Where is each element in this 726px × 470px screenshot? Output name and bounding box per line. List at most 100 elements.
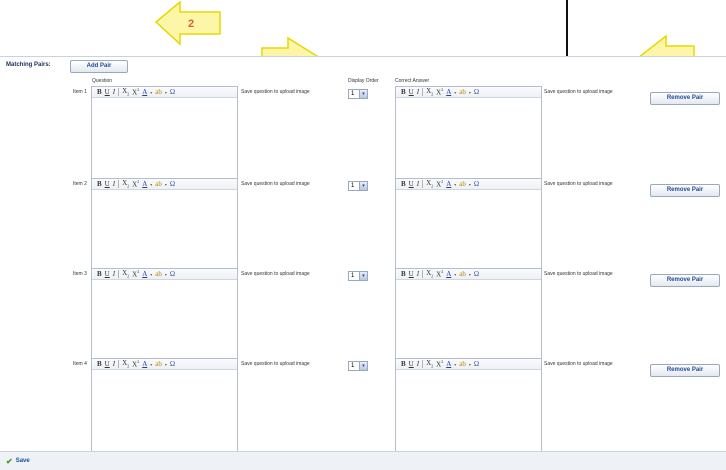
- font-color-button[interactable]: A: [142, 88, 147, 96]
- answer-editor[interactable]: B U I X2 X2 A ▾ ab ▾ Ω: [395, 178, 542, 275]
- chevron-down-icon[interactable]: ▾: [454, 272, 456, 277]
- question-editor[interactable]: B U I X2 X2 A ▾ ab ▾ Ω: [91, 358, 238, 455]
- chevron-down-icon[interactable]: ▾: [469, 182, 471, 187]
- bold-button[interactable]: B: [401, 360, 406, 368]
- bold-button[interactable]: B: [97, 88, 102, 96]
- save-button[interactable]: Save: [16, 458, 30, 464]
- remove-pair-button[interactable]: Remove Pair: [650, 274, 720, 287]
- font-color-button[interactable]: A: [446, 270, 451, 278]
- subscript-button[interactable]: X2: [122, 179, 129, 188]
- chevron-down-icon[interactable]: ▾: [165, 272, 167, 277]
- question-upload-note: Save question to upload image: [241, 89, 310, 95]
- special-character-button[interactable]: Ω: [474, 270, 479, 278]
- answer-editor[interactable]: B U I X2 X2 A ▾ ab ▾ Ω: [395, 86, 542, 183]
- superscript-button[interactable]: X2: [132, 269, 139, 278]
- chevron-down-icon[interactable]: ▾: [165, 182, 167, 187]
- superscript-button[interactable]: X2: [132, 359, 139, 368]
- special-character-button[interactable]: Ω: [474, 88, 479, 96]
- underline-button[interactable]: U: [105, 270, 110, 278]
- question-editor[interactable]: B U I X2 X2 A ▾ ab ▾ Ω: [91, 86, 238, 183]
- chevron-down-icon[interactable]: ▾: [469, 272, 471, 277]
- highlight-button[interactable]: ab: [459, 360, 466, 368]
- font-color-button[interactable]: A: [142, 270, 147, 278]
- italic-button[interactable]: I: [113, 270, 115, 278]
- underline-button[interactable]: U: [105, 180, 110, 188]
- chevron-down-icon[interactable]: ▾: [454, 362, 456, 367]
- subscript-button[interactable]: X2: [426, 359, 433, 368]
- font-color-button[interactable]: A: [446, 180, 451, 188]
- answer-editor[interactable]: B U I X2 X2 A ▾ ab ▾ Ω: [395, 268, 542, 365]
- italic-button[interactable]: I: [113, 180, 115, 188]
- bold-button[interactable]: B: [97, 270, 102, 278]
- special-character-button[interactable]: Ω: [170, 180, 175, 188]
- italic-button[interactable]: I: [113, 88, 115, 96]
- remove-pair-button[interactable]: Remove Pair: [650, 184, 720, 197]
- italic-button[interactable]: I: [417, 88, 419, 96]
- subscript-button[interactable]: X2: [122, 87, 129, 96]
- underline-button[interactable]: U: [409, 180, 414, 188]
- chevron-down-icon[interactable]: ▾: [165, 90, 167, 95]
- bold-button[interactable]: B: [401, 88, 406, 96]
- special-character-button[interactable]: Ω: [474, 180, 479, 188]
- superscript-button[interactable]: X2: [132, 179, 139, 188]
- font-color-button[interactable]: A: [142, 360, 147, 368]
- chevron-down-icon[interactable]: ▾: [165, 362, 167, 367]
- italic-button[interactable]: I: [417, 270, 419, 278]
- superscript-button[interactable]: X2: [436, 179, 443, 188]
- question-editor[interactable]: B U I X2 X2 A ▾ ab ▾ Ω: [91, 178, 238, 275]
- display-order-select[interactable]: 1 ▾: [348, 361, 368, 371]
- chevron-down-icon[interactable]: ▾: [150, 90, 152, 95]
- italic-button[interactable]: I: [417, 180, 419, 188]
- highlight-button[interactable]: ab: [459, 270, 466, 278]
- superscript-button[interactable]: X2: [436, 87, 443, 96]
- highlight-button[interactable]: ab: [155, 88, 162, 96]
- question-editor[interactable]: B U I X2 X2 A ▾ ab ▾ Ω: [91, 268, 238, 365]
- special-character-button[interactable]: Ω: [170, 360, 175, 368]
- special-character-button[interactable]: Ω: [474, 360, 479, 368]
- underline-button[interactable]: U: [105, 88, 110, 96]
- subscript-button[interactable]: X2: [426, 269, 433, 278]
- chevron-down-icon[interactable]: ▾: [454, 182, 456, 187]
- superscript-button[interactable]: X2: [436, 269, 443, 278]
- display-order-select[interactable]: 1 ▾: [348, 89, 368, 99]
- subscript-button[interactable]: X2: [426, 87, 433, 96]
- chevron-down-icon[interactable]: ▾: [150, 362, 152, 367]
- display-order-select[interactable]: 1 ▾: [348, 181, 368, 191]
- highlight-button[interactable]: ab: [155, 180, 162, 188]
- bold-button[interactable]: B: [97, 360, 102, 368]
- highlight-button[interactable]: ab: [155, 360, 162, 368]
- subscript-button[interactable]: X2: [122, 359, 129, 368]
- bold-button[interactable]: B: [401, 180, 406, 188]
- font-color-button[interactable]: A: [446, 360, 451, 368]
- bold-button[interactable]: B: [97, 180, 102, 188]
- italic-button[interactable]: I: [417, 360, 419, 368]
- remove-pair-button[interactable]: Remove Pair: [650, 364, 720, 377]
- subscript-button[interactable]: X2: [426, 179, 433, 188]
- special-character-button[interactable]: Ω: [170, 270, 175, 278]
- italic-button[interactable]: I: [113, 360, 115, 368]
- chevron-down-icon[interactable]: ▾: [469, 362, 471, 367]
- underline-button[interactable]: U: [409, 270, 414, 278]
- answer-editor[interactable]: B U I X2 X2 A ▾ ab ▾ Ω: [395, 358, 542, 455]
- highlight-button[interactable]: ab: [459, 180, 466, 188]
- bold-button[interactable]: B: [401, 270, 406, 278]
- underline-button[interactable]: U: [409, 88, 414, 96]
- underline-button[interactable]: U: [409, 360, 414, 368]
- superscript-button[interactable]: X2: [436, 359, 443, 368]
- special-character-button[interactable]: Ω: [170, 88, 175, 96]
- highlight-button[interactable]: ab: [459, 88, 466, 96]
- font-color-button[interactable]: A: [446, 88, 451, 96]
- underline-button[interactable]: U: [105, 360, 110, 368]
- highlight-button[interactable]: ab: [155, 270, 162, 278]
- superscript-button[interactable]: X2: [132, 87, 139, 96]
- display-order-select[interactable]: 1 ▾: [348, 271, 368, 281]
- add-pair-button[interactable]: Add Pair: [70, 60, 128, 73]
- subscript-button[interactable]: X2: [122, 269, 129, 278]
- chevron-down-icon[interactable]: ▾: [150, 182, 152, 187]
- toolbar-separator: [422, 180, 424, 188]
- font-color-button[interactable]: A: [142, 180, 147, 188]
- chevron-down-icon[interactable]: ▾: [469, 90, 471, 95]
- remove-pair-button[interactable]: Remove Pair: [650, 92, 720, 105]
- chevron-down-icon[interactable]: ▾: [150, 272, 152, 277]
- chevron-down-icon[interactable]: ▾: [454, 90, 456, 95]
